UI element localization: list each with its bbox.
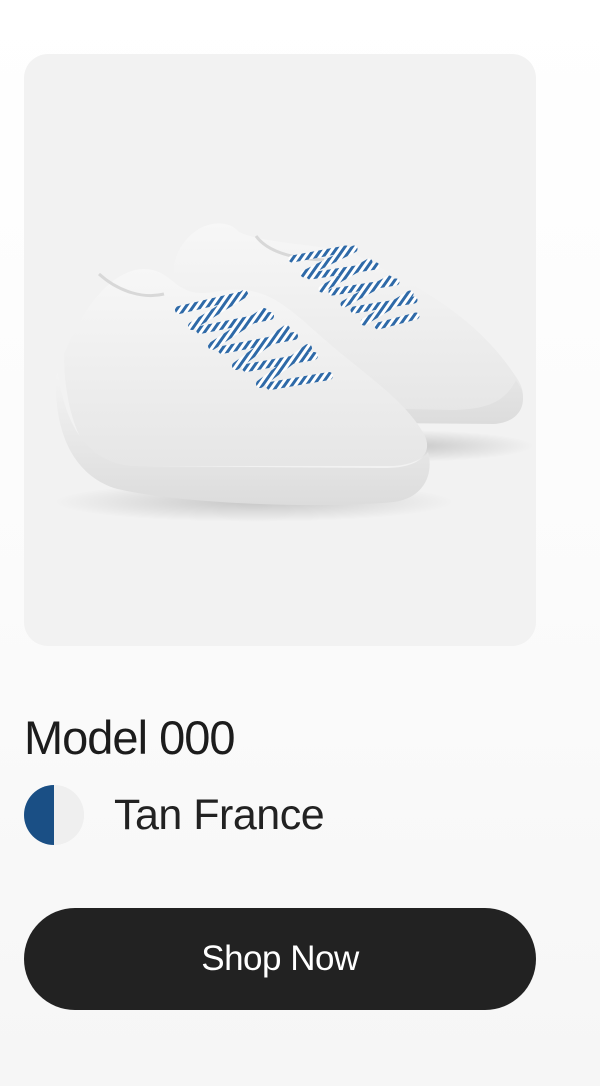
swatch-primary-half	[24, 785, 54, 845]
colorway-name: Tan France	[114, 791, 325, 839]
color-swatch[interactable]	[24, 785, 84, 845]
product-card[interactable]: Model 000 Tan France Shop Now	[0, 0, 600, 1086]
shop-now-button[interactable]: Shop Now	[24, 908, 536, 1010]
sneaker-image-icon	[54, 223, 534, 522]
colorway-selector: Tan France	[24, 784, 325, 846]
swatch-secondary-half	[54, 785, 84, 845]
product-image[interactable]	[24, 54, 536, 646]
product-title[interactable]: Model 000	[24, 708, 235, 768]
